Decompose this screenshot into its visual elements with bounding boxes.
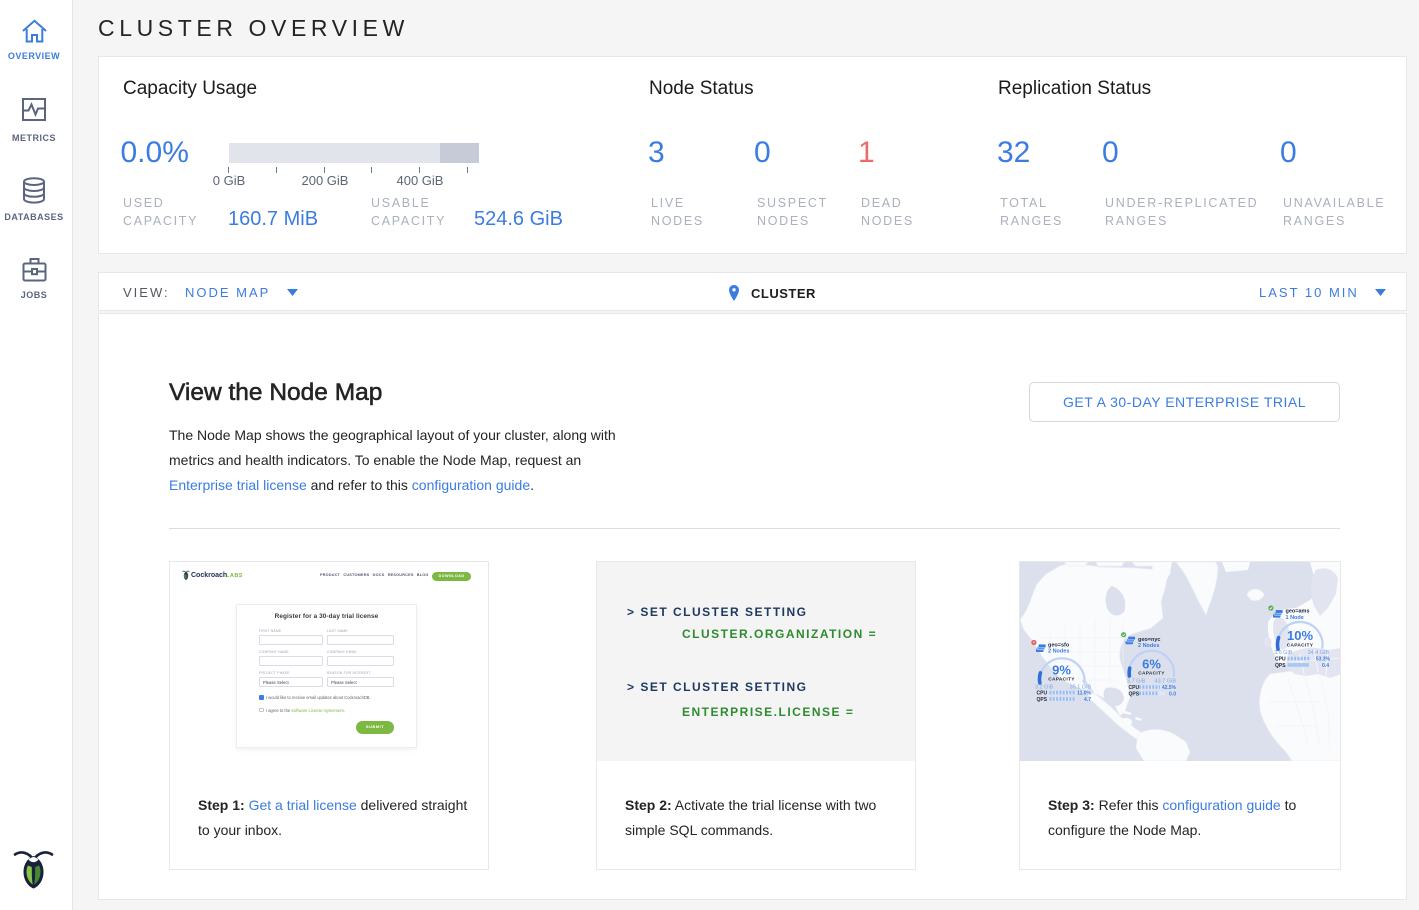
svg-text:4.7: 4.7 <box>1084 697 1091 703</box>
svg-text:1 Node: 1 Node <box>1286 615 1304 621</box>
svg-text:QPS: QPS <box>1275 663 1286 669</box>
svg-text:0.0: 0.0 <box>1169 691 1176 697</box>
svg-text:CPU: CPU <box>1129 685 1140 691</box>
svg-text:2 Nodes: 2 Nodes <box>1048 649 1069 655</box>
svg-text:3.6 GiB: 3.6 GiB <box>1274 650 1293 656</box>
svg-text:53.3%: 53.3% <box>1316 657 1331 663</box>
svg-text:0.4: 0.4 <box>1322 663 1329 669</box>
svg-text:34.4 GiB: 34.4 GiB <box>1308 650 1330 656</box>
svg-text:11.0%: 11.0% <box>1077 691 1091 697</box>
svg-text:9%: 9% <box>1052 663 1071 678</box>
svg-text:CPU: CPU <box>1037 691 1048 697</box>
svg-text:CAPACITY: CAPACITY <box>1138 671 1165 677</box>
svg-text:CPU: CPU <box>1275 657 1286 663</box>
svg-text:2 Nodes: 2 Nodes <box>1138 643 1159 649</box>
svg-text:43.7 GiB: 43.7 GiB <box>1155 679 1177 685</box>
svg-text:QPS: QPS <box>1037 697 1048 703</box>
svg-text:CAPACITY: CAPACITY <box>1287 643 1314 649</box>
svg-text:42.5%: 42.5% <box>1162 685 1177 691</box>
svg-text:10%: 10% <box>1287 628 1313 643</box>
svg-text:3.7 GiB: 3.7 GiB <box>1127 679 1146 685</box>
svg-text:CAPACITY: CAPACITY <box>1048 677 1075 683</box>
svg-text:geo=ams: geo=ams <box>1286 609 1310 615</box>
svg-text:QPS: QPS <box>1129 691 1140 697</box>
svg-text:6%: 6% <box>1142 656 1161 671</box>
